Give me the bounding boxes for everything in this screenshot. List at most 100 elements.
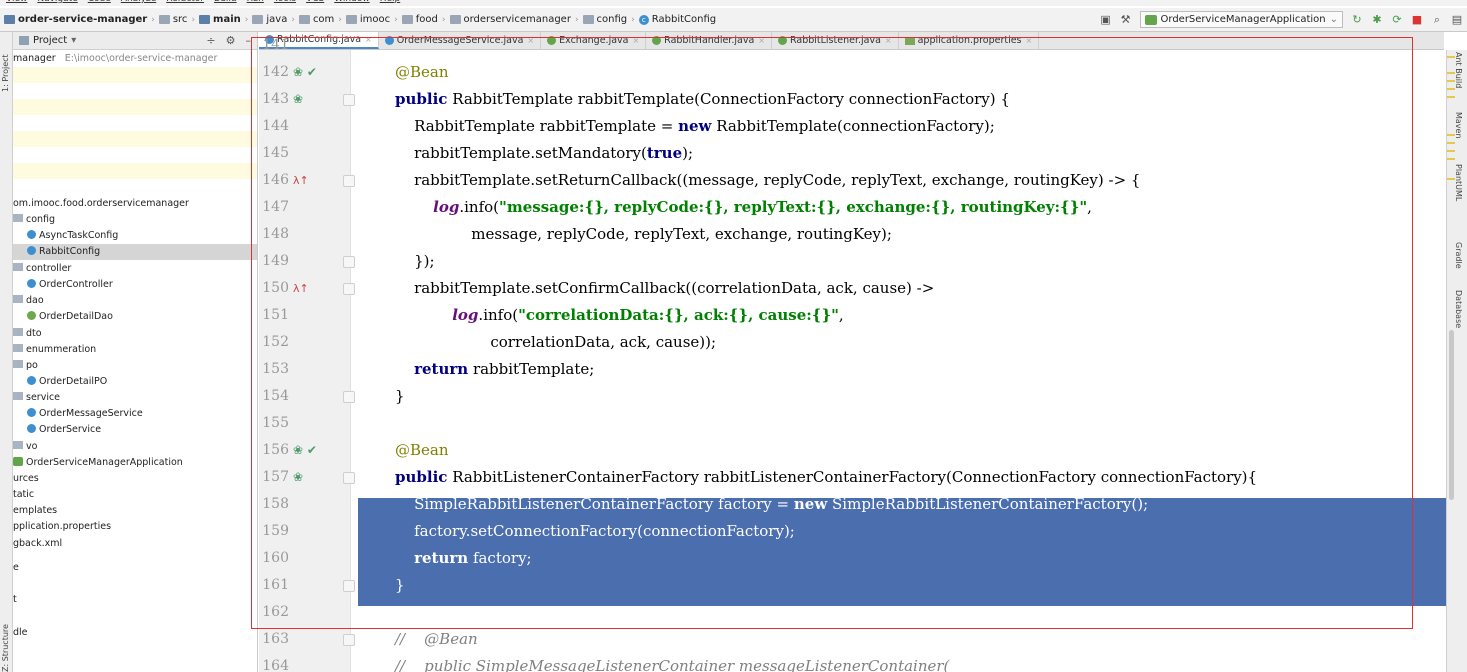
code-editor[interactable]: @Bean public RabbitTemplate rabbitTemplat… xyxy=(351,50,1446,672)
stop-icon[interactable]: ■ xyxy=(1411,13,1423,26)
menu-item-refactor[interactable]: Refactor xyxy=(166,0,204,6)
tool-button-ant-build[interactable]: Ant Build xyxy=(1454,52,1463,88)
chevron-down-icon[interactable]: ▾ xyxy=(71,35,76,46)
menu-item-vcs[interactable]: VCS xyxy=(306,0,324,6)
tool-button-database[interactable]: Database xyxy=(1454,290,1463,328)
menu-item-analyze[interactable]: Analyze xyxy=(121,0,156,6)
hide-icon[interactable]: – xyxy=(246,34,252,47)
tree-item[interactable]: gback.xml xyxy=(13,536,257,552)
tab-exchange-java[interactable]: Exchange.java × xyxy=(541,32,647,49)
menu-item-navigate[interactable]: Navigate xyxy=(37,0,77,6)
tool-button-plantuml[interactable]: PlantUML xyxy=(1454,164,1463,201)
error-stripe-mark[interactable] xyxy=(1447,96,1455,98)
breadcrumb-item[interactable]: src xyxy=(158,14,187,25)
breadcrumb-item[interactable]: imooc xyxy=(345,14,390,25)
bean-icon[interactable]: ❀ xyxy=(293,86,303,113)
code-line[interactable]: @Bean xyxy=(395,59,449,86)
tree-item[interactable]: controller xyxy=(13,261,257,277)
tree-item[interactable]: enummeration xyxy=(13,342,257,358)
project-root[interactable]: manager E:\imooc\order-service-manager xyxy=(13,51,257,67)
menu-item-code[interactable]: Code xyxy=(88,0,111,6)
coverage-icon[interactable]: ⟳ xyxy=(1391,13,1403,26)
tool-button-maven[interactable]: Maven xyxy=(1454,112,1463,139)
code-line[interactable]: } xyxy=(395,383,405,410)
menu-item-build[interactable]: Build xyxy=(214,0,237,6)
tree-item[interactable]: vo xyxy=(13,439,257,455)
tree-item[interactable]: pplication.properties xyxy=(13,519,257,535)
breadcrumb-item[interactable]: order-service-manager xyxy=(4,14,147,25)
search-icon[interactable]: ⌕ xyxy=(1431,13,1443,26)
close-icon[interactable]: × xyxy=(632,36,639,45)
tree-item[interactable]: om.imooc.food.orderservicemanager xyxy=(13,196,257,212)
tree-item[interactable]: OrderDetailPO xyxy=(13,374,257,390)
code-line[interactable]: } xyxy=(395,572,405,599)
tool-button-gradle[interactable]: Gradle xyxy=(1454,242,1463,269)
code-line[interactable]: @Bean xyxy=(395,437,449,464)
tree-item[interactable]: t xyxy=(13,592,257,608)
tree-item[interactable]: dto xyxy=(13,326,257,342)
code-line[interactable]: log.info("message:{}, replyCode:{}, repl… xyxy=(395,194,1092,221)
error-stripe-mark[interactable] xyxy=(1447,150,1455,152)
menu-item-tools[interactable]: Tools xyxy=(274,0,296,6)
breadcrumb-item[interactable]: config xyxy=(582,14,627,25)
code-line[interactable]: message, replyCode, replyText, exchange,… xyxy=(395,221,892,248)
project-structure-icon[interactable]: ▤ xyxy=(1451,13,1463,26)
close-icon[interactable]: × xyxy=(1026,36,1033,45)
tree-item[interactable]: config xyxy=(13,212,257,228)
close-icon[interactable]: × xyxy=(527,36,534,45)
code-line[interactable]: public RabbitListenerContainerFactory ra… xyxy=(395,464,1257,491)
code-line[interactable]: // @Bean xyxy=(395,626,478,653)
tab-ordermessageservice-java[interactable]: OrderMessageService.java × xyxy=(379,32,542,49)
lambda-icon[interactable]: λ↑ xyxy=(293,275,309,302)
project-view-select[interactable]: Project xyxy=(33,35,67,46)
code-line[interactable]: // public SimpleMessageListenerContainer… xyxy=(395,653,949,672)
breadcrumb-item[interactable]: main xyxy=(199,14,241,25)
code-line[interactable]: correlationData, ack, cause)); xyxy=(395,329,716,356)
tree-item[interactable]: urces xyxy=(13,471,257,487)
breadcrumb-item[interactable]: c RabbitConfig xyxy=(638,14,716,25)
debug-icon[interactable]: ✱ xyxy=(1371,13,1383,26)
structure-tool-button[interactable]: Z: Structure xyxy=(1,624,10,672)
tree-item[interactable]: AsyncTaskConfig xyxy=(13,228,257,244)
layout-icon[interactable]: ▣ xyxy=(1100,13,1112,26)
tree-item[interactable]: OrderServiceManagerApplication xyxy=(13,455,257,471)
menu-item-help[interactable]: Help xyxy=(380,0,401,6)
close-icon[interactable]: × xyxy=(885,36,892,45)
code-line[interactable]: rabbitTemplate.setReturnCallback((messag… xyxy=(395,167,1140,194)
code-line[interactable]: rabbitTemplate.setConfirmCallback((corre… xyxy=(395,275,934,302)
lambda-icon[interactable]: λ↑ xyxy=(293,167,309,194)
breadcrumb-item[interactable]: com xyxy=(298,14,334,25)
error-stripe-mark[interactable] xyxy=(1447,142,1455,144)
breadcrumb-item[interactable]: java xyxy=(252,14,287,25)
breadcrumb-item[interactable]: orderservicemanager xyxy=(449,14,571,25)
rerun-icon[interactable]: ↻ xyxy=(1351,13,1363,26)
menu-item-run[interactable]: Run xyxy=(247,0,264,6)
code-line[interactable]: return factory; xyxy=(395,545,532,572)
close-icon[interactable]: × xyxy=(365,35,372,44)
tree-item[interactable]: tatic xyxy=(13,487,257,503)
tree-item[interactable]: po xyxy=(13,358,257,374)
tree-item[interactable]: dle xyxy=(13,625,257,641)
tree-item[interactable]: OrderMessageService xyxy=(13,406,257,422)
collapse-icon[interactable]: ÷ xyxy=(206,34,215,47)
gear-icon[interactable]: ⚙ xyxy=(226,34,236,47)
code-line[interactable]: }); xyxy=(395,248,434,275)
error-stripe-mark[interactable] xyxy=(1447,158,1455,160)
code-line[interactable]: SimpleRabbitListenerContainerFactory fac… xyxy=(395,491,1148,518)
code-line[interactable]: RabbitTemplate rabbitTemplate = new Rabb… xyxy=(395,113,995,140)
vertical-scrollbar[interactable] xyxy=(1449,330,1454,500)
menu-item-view[interactable]: View xyxy=(6,0,27,6)
hammer-icon[interactable]: ⚒ xyxy=(1120,13,1132,26)
tree-item[interactable]: OrderController xyxy=(13,277,257,293)
bean-icon[interactable]: ❀ xyxy=(293,464,303,491)
project-tool-button[interactable]: 1: Project xyxy=(1,54,10,92)
code-line[interactable]: rabbitTemplate.setMandatory(true); xyxy=(395,140,693,167)
run-configuration-select[interactable]: OrderServiceManagerApplication ⌄ xyxy=(1139,11,1343,28)
code-line[interactable]: factory.setConnectionFactory(connectionF… xyxy=(395,518,795,545)
tab-application-properties[interactable]: application.properties × xyxy=(899,32,1040,49)
tree-item[interactable]: e xyxy=(13,560,257,576)
tree-item[interactable]: OrderDetailDao xyxy=(13,309,257,325)
tree-item[interactable]: OrderService xyxy=(13,422,257,438)
tree-item[interactable]: emplates xyxy=(13,503,257,519)
tab-rabbithandler-java[interactable]: RabbitHandler.java × xyxy=(646,32,772,49)
